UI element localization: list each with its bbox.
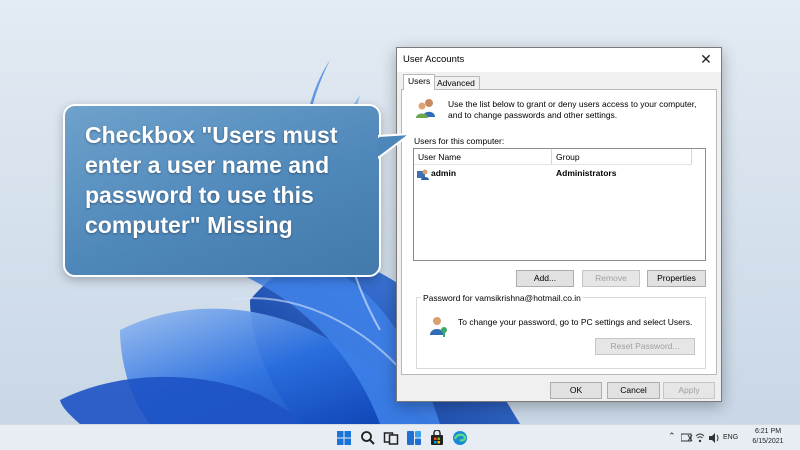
widgets-icon[interactable] xyxy=(406,430,422,446)
chevron-up-icon[interactable]: ⌃ xyxy=(668,432,676,442)
callout-pointer xyxy=(378,132,412,160)
callout-text: Checkbox "Users must enter a user name a… xyxy=(85,122,338,238)
volume-icon[interactable] xyxy=(708,433,720,443)
clock-date[interactable]: 6/15/2021 xyxy=(748,438,788,445)
column-header-user-name[interactable]: User Name xyxy=(414,149,552,165)
password-group-label: Password for vamsikrishna@hotmail.co.in xyxy=(421,293,583,303)
intro-text: Use the list below to grant or deny user… xyxy=(448,99,697,120)
user-name-cell: admin xyxy=(431,168,457,178)
password-instructions: To change your password, go to PC settin… xyxy=(458,317,693,327)
tab-advanced[interactable]: Advanced xyxy=(432,76,480,90)
group-cell: Administrators xyxy=(556,168,617,178)
task-view-icon[interactable] xyxy=(383,430,399,446)
user-accounts-dialog: User Accounts ✕ Users Advanced Use the l… xyxy=(396,47,722,402)
password-group: Password for vamsikrishna@hotmail.co.in … xyxy=(416,293,706,369)
user-icon xyxy=(417,169,429,180)
store-icon[interactable] xyxy=(429,430,445,446)
search-icon[interactable] xyxy=(360,430,376,446)
users-section-label: Users for this computer: xyxy=(414,136,505,146)
reset-password-button[interactable]: Reset Password... xyxy=(595,338,695,355)
language-indicator[interactable]: ENG xyxy=(723,434,738,441)
cancel-button[interactable]: Cancel xyxy=(607,382,660,399)
edge-icon[interactable] xyxy=(452,430,468,446)
windows-start-icon[interactable] xyxy=(336,430,352,446)
callout-bubble: Checkbox "Users must enter a user name a… xyxy=(63,104,381,277)
wifi-icon[interactable] xyxy=(695,432,705,444)
clock-time[interactable]: 6:21 PM xyxy=(748,428,788,435)
tab-users[interactable]: Users xyxy=(403,74,436,90)
network-icon[interactable] xyxy=(681,433,693,443)
apply-button[interactable]: Apply xyxy=(663,382,715,399)
table-row[interactable]: admin Administrators xyxy=(414,167,705,181)
taskbar: ⌃ ENG 6:21 PM 6/15/2021 xyxy=(0,424,800,450)
ok-button[interactable]: OK xyxy=(550,382,602,399)
properties-button[interactable]: Properties xyxy=(647,270,706,287)
remove-button[interactable]: Remove xyxy=(582,270,640,287)
window-title: User Accounts xyxy=(403,54,465,65)
title-bar[interactable]: User Accounts ✕ xyxy=(397,48,721,72)
users-tab-panel: Use the list below to grant or deny user… xyxy=(401,89,717,375)
users-list[interactable]: User Name Group admin Administrators xyxy=(413,148,706,261)
users-icon xyxy=(416,99,435,118)
column-header-group[interactable]: Group xyxy=(552,149,692,165)
add-button[interactable]: Add... xyxy=(516,270,574,287)
user-key-icon xyxy=(430,317,447,337)
close-icon[interactable]: ✕ xyxy=(691,48,721,72)
